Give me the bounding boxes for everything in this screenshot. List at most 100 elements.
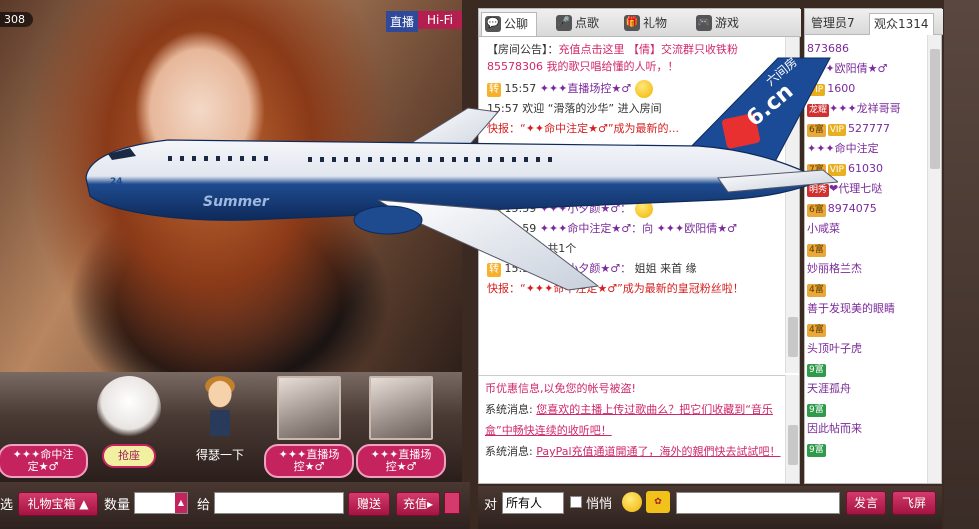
user-list-item[interactable]: VIP 1600 bbox=[807, 79, 927, 99]
user-list-item[interactable]: 善于发现美的眼睛 bbox=[807, 299, 927, 319]
user-list-item[interactable]: 因此帖而来 bbox=[807, 419, 927, 439]
gift-caption: 得瑟一下 bbox=[195, 448, 244, 462]
room-announcement: 【房间公告】：充值点击这里 【倩】交流群只收铁粉 85578306 我的歌只唱给… bbox=[487, 43, 738, 73]
smiley-icon bbox=[634, 80, 653, 98]
user-list-item[interactable]: 明秀 ❤代理七哒 bbox=[807, 179, 927, 199]
target-select[interactable]: 所有人 bbox=[502, 492, 564, 514]
select-label: 选 bbox=[0, 498, 14, 513]
user-list-item[interactable]: 7富 VIP 61030 bbox=[807, 159, 927, 179]
system-message: 系统消息: PayPal充值通道開通了，海外的親們快去試試吧！ bbox=[485, 445, 781, 458]
hifi-badge[interactable]: Hi-Fi bbox=[418, 11, 462, 29]
tab-public-chat[interactable]: 💬 公聊 bbox=[481, 12, 538, 36]
speech-bubble-icon: 💬 bbox=[485, 16, 501, 32]
tab-admins[interactable]: 管理员7 bbox=[807, 13, 859, 35]
user-name: 天涯孤舟 bbox=[807, 382, 851, 395]
gift-box-button[interactable]: 礼物宝箱 ▲ bbox=[18, 492, 98, 516]
tab-games[interactable]: 🎮 游戏 bbox=[693, 12, 739, 36]
recharge-button[interactable]: 充值▸ bbox=[396, 492, 440, 516]
chat-username[interactable]: ✦✦✦小夕颜★♂： bbox=[540, 202, 631, 215]
user-list-item[interactable]: 9富 bbox=[807, 399, 927, 419]
user-list-item[interactable]: 9富 bbox=[807, 359, 927, 379]
to-label: 对 bbox=[484, 498, 498, 513]
system-message: 系统消息: 您喜欢的主播上传过歌曲么？把它们收藏到“音乐盒”中畅快连续的收听吧！ bbox=[485, 403, 773, 437]
user-name: 873686 bbox=[807, 42, 849, 55]
user-name: 妙丽格兰杰 bbox=[807, 262, 862, 275]
scroll-thumb[interactable] bbox=[930, 49, 940, 169]
repost-badge[interactable]: 转 bbox=[487, 83, 501, 97]
chat-target-username[interactable]: ✦✦✦欧阳倩★♂ bbox=[657, 222, 737, 235]
chat-username[interactable]: ✦✦✦直播场控★♂ bbox=[540, 82, 631, 95]
user-list-item[interactable]: 天涯孤舟 bbox=[807, 379, 927, 399]
chat-input-bar: 对 所有人 悄悄 ✿ 发言 飞屏 bbox=[478, 486, 942, 529]
microphone-icon: 🎤 bbox=[556, 15, 572, 31]
vip-badge: VIP bbox=[827, 164, 846, 176]
system-scrollbar[interactable] bbox=[785, 375, 799, 483]
to-label: 给 bbox=[197, 498, 211, 513]
wealth-level-badge: 4富 bbox=[807, 284, 826, 297]
gamepad-icon: 🎮 bbox=[696, 15, 712, 31]
video-stream[interactable]: 308 直播 Hi-Fi bbox=[0, 0, 462, 372]
gift-pill[interactable]: ✦✦✦直播场控★♂ bbox=[264, 444, 354, 478]
chat-username[interactable]: ✦✦✦小夕颜★♂： bbox=[540, 262, 631, 275]
user-list-item[interactable]: ✦✦✦欧阳倩★♂ bbox=[807, 59, 927, 79]
gift-slot-5[interactable]: ✦✦✦直播场控★♂ bbox=[356, 376, 446, 480]
repost-badge[interactable]: 转 bbox=[487, 223, 501, 237]
user-list-item[interactable]: 妙丽格兰杰 bbox=[807, 259, 927, 279]
user-list-item[interactable]: 6富 8974075 bbox=[807, 199, 927, 219]
user-name: 8974075 bbox=[827, 202, 877, 215]
send-button[interactable]: 发言 bbox=[846, 491, 886, 515]
repost-badge[interactable]: 转 bbox=[487, 263, 501, 277]
tab-audience[interactable]: 观众1314 bbox=[869, 13, 934, 35]
user-list-item[interactable]: 873686 bbox=[807, 39, 927, 59]
scroll-thumb[interactable] bbox=[788, 425, 798, 465]
fly-screen-button[interactable]: 飞屏 bbox=[892, 491, 936, 515]
gift-slot-3[interactable]: 得瑟一下 bbox=[175, 376, 265, 480]
user-list-item[interactable]: 6富 VIP 527777 bbox=[807, 119, 927, 139]
sticker-icon[interactable]: ✿ bbox=[646, 491, 670, 513]
gift-slot-1[interactable]: ✦✦✦命中注定★♂ bbox=[0, 376, 88, 480]
triangle-up-icon: ▲ bbox=[79, 497, 89, 511]
vip-badge: VIP bbox=[827, 124, 846, 136]
whisper-label: 悄悄 bbox=[586, 497, 613, 512]
chat-line: 快报：“✦✦✦命中注定★♂”成为最新的皇冠粉丝啦！ bbox=[487, 282, 744, 295]
user-name: ✦✦✦龙祥哥哥 bbox=[829, 102, 901, 115]
scroll-thumb[interactable] bbox=[788, 317, 798, 357]
give-button[interactable]: 赠送 bbox=[348, 492, 390, 516]
recipient-input[interactable] bbox=[214, 492, 344, 514]
mute-gift-icon[interactable] bbox=[444, 492, 460, 514]
tab-song-request[interactable]: 🎤 点歌 bbox=[553, 12, 599, 36]
chat-scrollbar[interactable] bbox=[785, 37, 799, 373]
grab-seat-button[interactable]: 抢座 bbox=[102, 444, 156, 468]
avatar bbox=[369, 376, 433, 440]
tab-gifts[interactable]: 🎁 礼物 bbox=[621, 12, 667, 36]
emoji-picker-icon[interactable] bbox=[622, 492, 642, 512]
whisper-checkbox[interactable] bbox=[570, 496, 582, 508]
user-list-item[interactable]: 4富 bbox=[807, 239, 927, 259]
background-edge bbox=[944, 0, 979, 529]
user-list-item[interactable]: 龙耀 ✦✦✦龙祥哥哥 bbox=[807, 99, 927, 119]
gift-slot-grab-seat[interactable]: 抢座 bbox=[84, 376, 174, 480]
chat-input[interactable] bbox=[676, 492, 840, 514]
repost-badge[interactable]: 转 bbox=[487, 203, 501, 217]
quantity-input[interactable]: ▲ bbox=[134, 492, 188, 514]
user-list-item[interactable]: 小咸菜 bbox=[807, 219, 927, 239]
user-list-item[interactable]: 4富 bbox=[807, 319, 927, 339]
user-list-item[interactable]: 4富 bbox=[807, 279, 927, 299]
gift-pill[interactable]: ✦✦✦命中注定★♂ bbox=[0, 444, 88, 478]
wealth-level-badge: 6富 bbox=[807, 204, 826, 217]
gift-slot-4[interactable]: ✦✦✦直播场控★♂ bbox=[264, 376, 354, 480]
user-list-item[interactable]: ✦✦✦命中注定 bbox=[807, 139, 927, 159]
paypal-link[interactable]: PayPal充值通道開通了，海外的親們快去試試吧！ bbox=[536, 445, 780, 458]
user-badge: 龙耀 bbox=[807, 104, 830, 117]
chat-username[interactable]: ✦✦✦命中注定★♂：向 bbox=[540, 222, 653, 235]
wealth-level-badge: 4富 bbox=[807, 324, 826, 337]
user-list-item[interactable]: 头顶叶子虎 bbox=[807, 339, 927, 359]
stepper-icon[interactable]: ▲ bbox=[175, 493, 187, 513]
user-list: 873686 ✦✦✦欧阳倩★♂ VIP 1600 龙耀 ✦✦✦龙祥哥哥 6富 VIP 52777… bbox=[807, 39, 927, 483]
user-list-item[interactable]: 9富 bbox=[807, 439, 927, 459]
gift-pill[interactable]: ✦✦✦直播场控★♂ bbox=[356, 444, 446, 478]
user-name: 因此帖而来 bbox=[807, 422, 862, 435]
user-scrollbar[interactable] bbox=[927, 35, 941, 483]
user-name: 头顶叶子虎 bbox=[807, 342, 862, 355]
user-name: 61030 bbox=[847, 162, 883, 175]
